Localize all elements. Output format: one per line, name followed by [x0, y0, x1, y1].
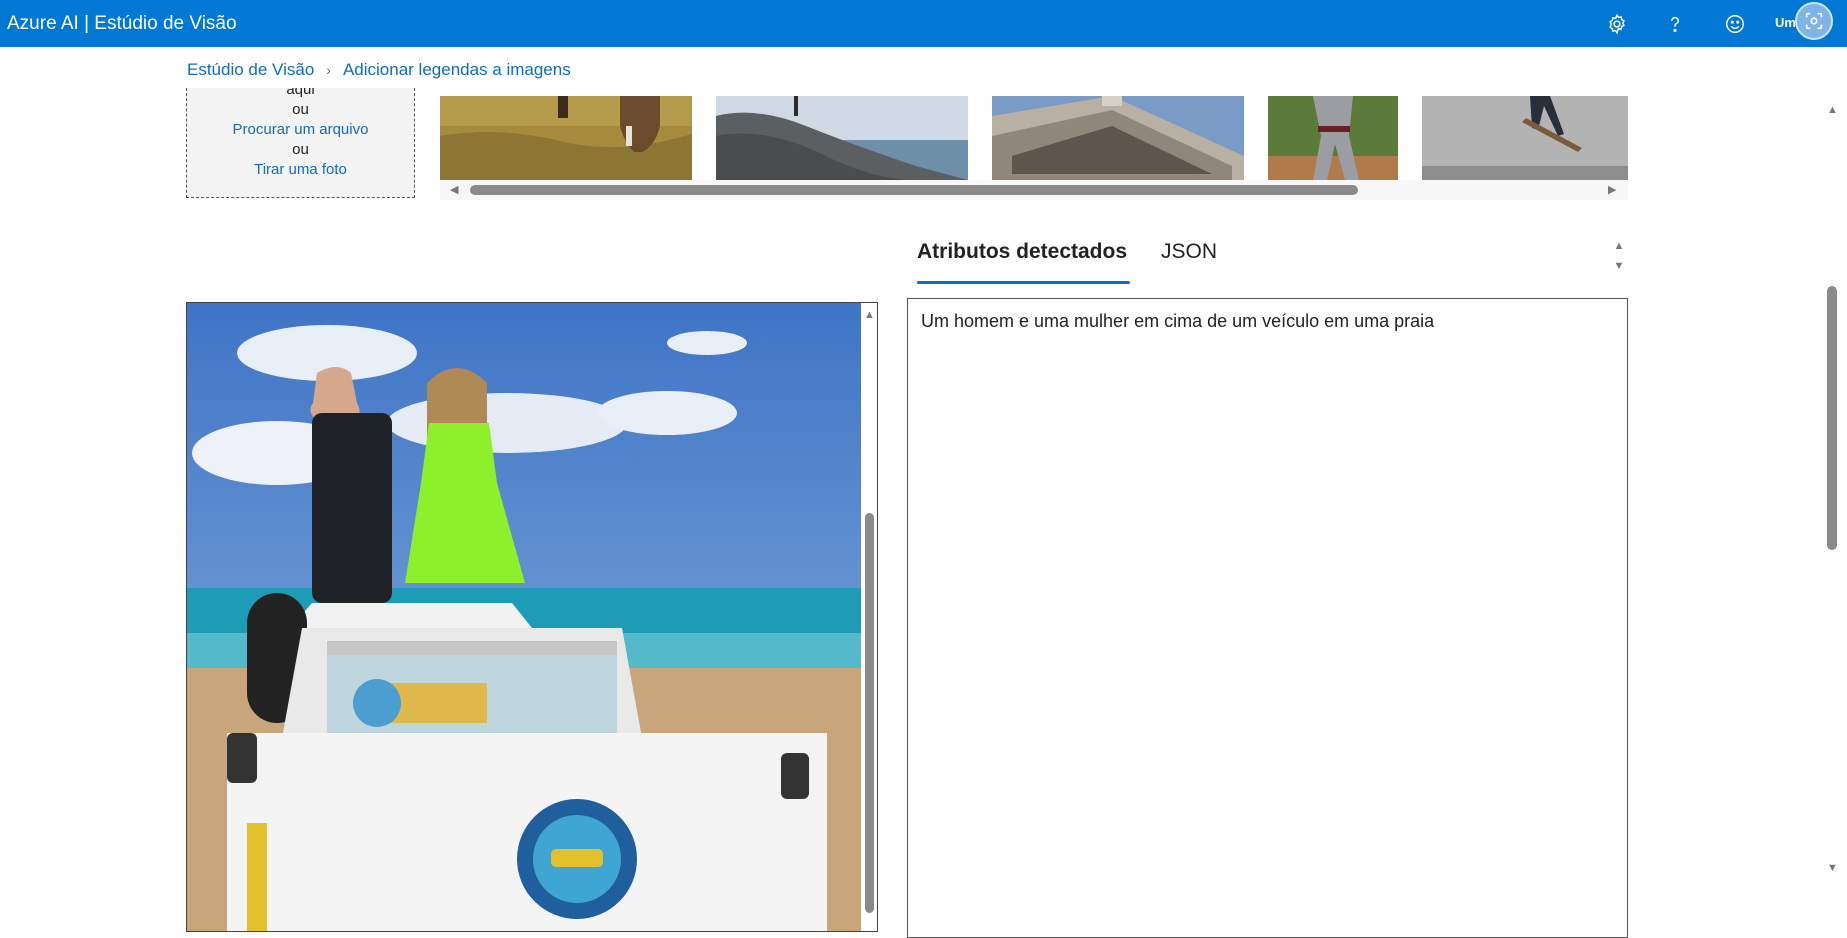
scroll-up-arrow-icon[interactable]: ▲ [1827, 104, 1838, 116]
tab-json[interactable]: JSON [1161, 240, 1217, 264]
app-title[interactable]: Azure AI | Estúdio de Visão [7, 12, 237, 35]
scroll-right-arrow-icon[interactable]: ▶ [1608, 183, 1616, 196]
tabs-scroll-control[interactable]: ▲ ▼ [1610, 236, 1628, 280]
scroll-down-arrow-icon[interactable]: ▼ [1610, 256, 1628, 276]
scroll-up-arrow-icon[interactable]: ▲ [1610, 236, 1628, 256]
scroll-up-arrow-icon[interactable]: ▲ [864, 309, 875, 321]
active-tab-indicator [917, 281, 1130, 284]
breadcrumb: Estúdio de Visão › Adicionar legendas a … [187, 60, 571, 80]
screenshot-capture-icon[interactable] [1795, 2, 1833, 40]
sample-image-building[interactable] [992, 96, 1244, 180]
upload-or-text: ou [292, 101, 309, 118]
scroll-left-arrow-icon[interactable]: ◀ [450, 183, 458, 196]
take-photo-link[interactable]: Tirar uma foto [187, 160, 414, 180]
breadcrumb-root-link[interactable]: Estúdio de Visão [187, 60, 314, 80]
thumbnail-horizontal-scrollbar[interactable]: ◀ ▶ [440, 180, 1628, 200]
sample-image-baseball[interactable] [1268, 96, 1398, 180]
tab-detected-attributes[interactable]: Atributos detectados [917, 240, 1127, 264]
beach-buggy-photo [187, 303, 861, 931]
selected-image-preview: ▲ [186, 302, 878, 932]
feedback-smiley-icon[interactable] [1720, 9, 1750, 39]
browse-file-link[interactable]: Procurar um arquivo [187, 120, 414, 140]
upload-dropzone[interactable]: aqui ou Procurar um arquivo ou Tirar uma… [186, 88, 415, 198]
gear-icon[interactable] [1602, 9, 1632, 39]
top-header-bar: Azure AI | Estúdio de Visão Um [0, 0, 1847, 47]
caption-result-panel: Um homem e uma mulher em cima de um veíc… [907, 298, 1628, 938]
user-initials[interactable]: Um [1775, 15, 1796, 30]
generated-caption: Um homem e uma mulher em cima de um veíc… [921, 311, 1435, 331]
scroll-down-arrow-icon[interactable]: ▼ [1827, 862, 1838, 874]
sample-image-rock-coast[interactable] [716, 96, 968, 180]
sample-images-strip [440, 96, 1628, 180]
upload-text-partial: aqui [286, 88, 315, 98]
chevron-right-icon: › [326, 62, 331, 78]
upload-or-text: ou [292, 141, 309, 158]
sample-image-skateboard[interactable] [1422, 96, 1628, 180]
image-scrollbar-thumb[interactable] [865, 513, 874, 913]
page-vertical-scrollbar[interactable]: ▲ ▼ [1823, 100, 1841, 919]
page-scrollbar-thumb[interactable] [1827, 286, 1837, 550]
help-icon[interactable] [1660, 9, 1690, 39]
sample-image-horses[interactable] [440, 96, 692, 180]
breadcrumb-current-link[interactable]: Adicionar legendas a imagens [343, 60, 571, 80]
horizontal-scrollbar-thumb[interactable] [470, 185, 1358, 195]
image-vertical-scrollbar[interactable]: ▲ [861, 303, 877, 931]
